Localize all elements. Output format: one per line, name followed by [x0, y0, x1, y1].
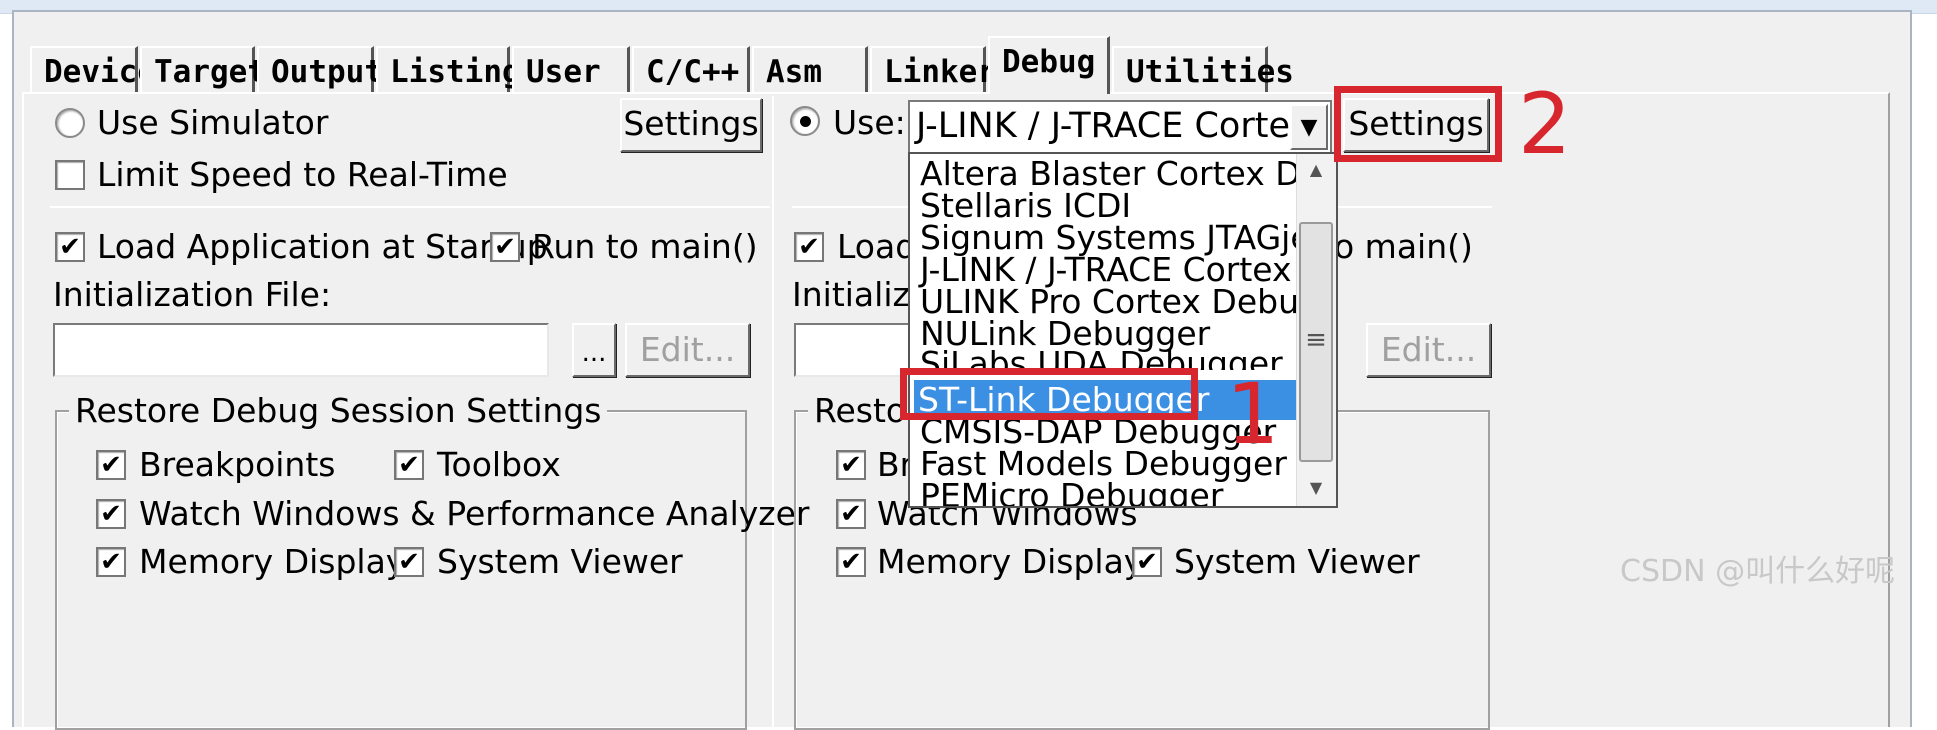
run-to-main-checkbox[interactable]: ✔	[490, 232, 520, 262]
annotation-box-stlink	[900, 368, 1198, 420]
tab-utilities[interactable]: Utilities	[1112, 46, 1294, 92]
scroll-down-icon[interactable]: ▼	[1303, 478, 1329, 497]
browse-button[interactable]: ...	[572, 323, 616, 377]
annotation-box-settings	[1334, 86, 1502, 162]
load-app-checkbox[interactable]: ✔	[55, 232, 85, 262]
radio-dot	[800, 116, 811, 127]
annotation-marker-1: 1	[1226, 365, 1280, 463]
use-simulator-label: Use Simulator	[97, 103, 329, 142]
init-file-label: Initialization File:	[53, 275, 332, 314]
chevron-down-icon[interactable]: ▼	[1290, 104, 1328, 150]
run-to-main-label: Run to main()	[532, 227, 758, 266]
tab-linker[interactable]: Linker	[870, 46, 996, 92]
tab-listing[interactable]: Listing	[376, 46, 521, 92]
tab-user[interactable]: User	[512, 46, 630, 92]
panel-separator	[772, 96, 774, 727]
dropdown-item[interactable]: PEMicro Debugger	[916, 476, 1223, 506]
breakpoints-label: Breakpoints	[139, 445, 336, 484]
memory-display-right-checkbox[interactable]: ✔	[836, 547, 866, 577]
memory-display-label: Memory Display	[139, 542, 406, 581]
limit-speed-label: Limit Speed to Real-Time	[97, 155, 508, 194]
load-app-label: Load Application at Startup	[97, 227, 548, 266]
tab-debug[interactable]: Debug	[988, 36, 1110, 94]
watch-windows-right-checkbox[interactable]: ✔	[836, 499, 866, 529]
tab-c-cpp[interactable]: C/C++	[632, 46, 750, 92]
use-target-radio[interactable]	[790, 106, 820, 136]
grip-icon: ≡	[1305, 325, 1327, 355]
scroll-up-icon[interactable]: ▲	[1303, 160, 1329, 179]
use-simulator-radio[interactable]	[55, 108, 85, 138]
memory-display-right-label: Memory Display	[877, 542, 1144, 581]
debugger-select-value: J-LINK / J-TRACE Cortex	[916, 106, 1311, 146]
watch-windows-checkbox[interactable]: ✔	[96, 499, 126, 529]
tab-device[interactable]: Device	[30, 46, 156, 92]
memory-display-checkbox[interactable]: ✔	[96, 547, 126, 577]
watch-windows-label: Watch Windows & Performance Analyzer	[139, 494, 810, 533]
edit-init-button[interactable]: Edit...	[625, 323, 750, 377]
limit-speed-checkbox[interactable]	[55, 160, 85, 190]
toolbox-label: Toolbox	[437, 445, 561, 484]
system-viewer-checkbox[interactable]: ✔	[394, 547, 424, 577]
run-to-main-right-label: o main()	[1334, 227, 1473, 266]
tab-asm[interactable]: Asm	[752, 46, 868, 92]
tab-output[interactable]: Output	[257, 46, 383, 92]
debugger-select[interactable]: J-LINK / J-TRACE Cortex	[908, 100, 1332, 154]
init-file-right-input[interactable]	[794, 323, 914, 377]
toolbox-checkbox[interactable]: ✔	[394, 450, 424, 480]
breakpoints-right-checkbox[interactable]: ✔	[836, 450, 866, 480]
edit-init-right-button[interactable]: Edit...	[1366, 323, 1491, 377]
watermark: CSDN @叫什么好呢	[1620, 554, 1896, 589]
load-app-right-checkbox[interactable]: ✔	[794, 232, 824, 262]
breakpoints-checkbox[interactable]: ✔	[96, 450, 126, 480]
simulator-settings-button[interactable]: Settings	[620, 98, 762, 152]
left-separator	[50, 206, 770, 208]
system-viewer-right-label: System Viewer	[1174, 542, 1420, 581]
tab-target[interactable]: Target	[140, 46, 266, 92]
init-file-input[interactable]	[53, 323, 549, 377]
use-label: Use:	[833, 103, 906, 142]
system-viewer-label: System Viewer	[437, 542, 683, 581]
system-viewer-right-checkbox[interactable]: ✔	[1132, 547, 1162, 577]
restore-settings-title: Restore Debug Session Settings	[69, 391, 608, 431]
annotation-marker-2: 2	[1518, 75, 1572, 173]
